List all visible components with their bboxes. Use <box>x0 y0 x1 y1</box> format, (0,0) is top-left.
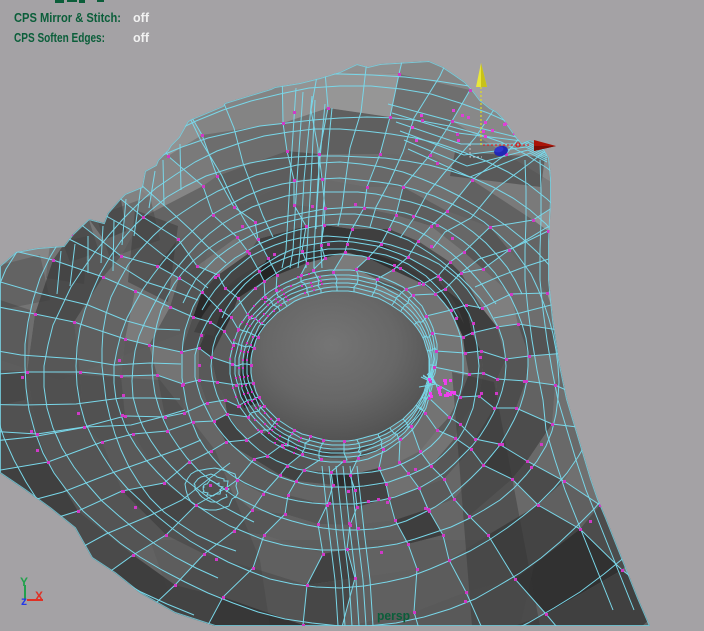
svg-text:off: off <box>133 30 150 45</box>
svg-text:CPS Mirror & Stitch:: CPS Mirror & Stitch: <box>14 10 121 25</box>
svg-text:persp: persp <box>377 608 410 623</box>
svg-text:X: X <box>35 589 43 603</box>
svg-text:CPS Soften Edges:: CPS Soften Edges: <box>14 30 105 45</box>
svg-text:z: z <box>21 594 27 608</box>
svg-text:off: off <box>133 10 150 25</box>
svg-text:Y: Y <box>20 575 28 589</box>
